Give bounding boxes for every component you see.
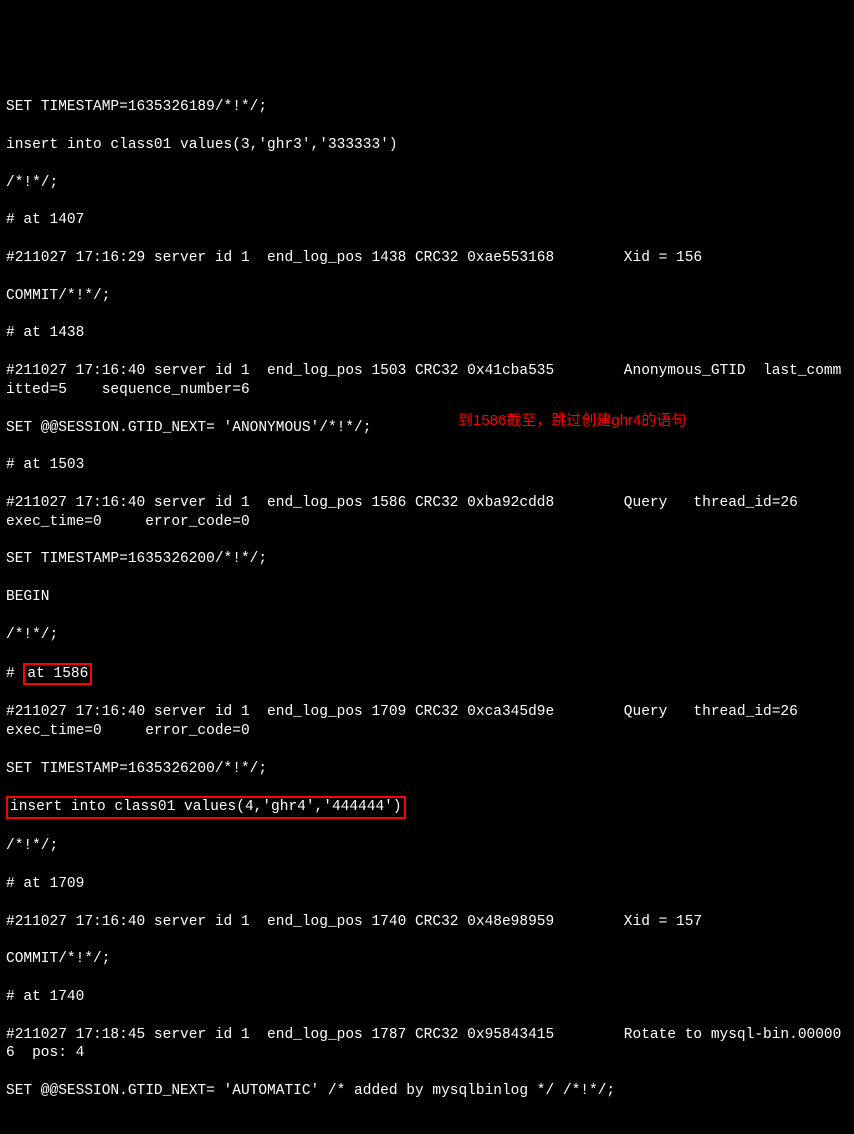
terminal-line: /*!*/; [6, 174, 848, 193]
terminal-line: BEGIN [6, 588, 848, 607]
terminal-line: /*!*/; [6, 626, 848, 645]
line-prefix: # [6, 666, 23, 682]
terminal-line: /*!*/; [6, 837, 848, 856]
terminal-line-highlighted-at-1586: # at 1586 [6, 664, 848, 685]
highlight-box-insert-ghr4: insert into class01 values(4,'ghr4','444… [6, 796, 406, 819]
terminal-line: # at 1407 [6, 211, 848, 230]
terminal-line: SET TIMESTAMP=1635326200/*!*/; [6, 760, 848, 779]
terminal-line: # at 1740 [6, 988, 848, 1007]
terminal-line: # at 1709 [6, 875, 848, 894]
terminal-line: insert into class01 values(3,'ghr3','333… [6, 136, 848, 155]
annotation-text: 到1586截至，跳过创建ghr4的语句 [458, 411, 686, 431]
terminal-line: SET TIMESTAMP=1635326200/*!*/; [6, 550, 848, 569]
terminal-line: #211027 17:16:40 server id 1 end_log_pos… [6, 913, 848, 932]
terminal-line: # at 1503 [6, 456, 848, 475]
terminal-line: #211027 17:18:45 server id 1 end_log_pos… [6, 1026, 848, 1064]
terminal-line-highlighted-insert: insert into class01 values(4,'ghr4','444… [6, 797, 848, 818]
terminal-line: COMMIT/*!*/; [6, 287, 848, 306]
terminal-line: SET @@SESSION.GTID_NEXT= 'ANONYMOUS'/*!*… [6, 419, 848, 438]
terminal-line: #211027 17:16:29 server id 1 end_log_pos… [6, 249, 848, 268]
highlight-box-at-1586: at 1586 [23, 663, 92, 686]
terminal-line: # at 1438 [6, 324, 848, 343]
terminal-line: #211027 17:16:40 server id 1 end_log_pos… [6, 362, 848, 400]
terminal-line: #211027 17:16:40 server id 1 end_log_pos… [6, 703, 848, 741]
terminal-line: COMMIT/*!*/; [6, 950, 848, 969]
terminal-line: SET @@SESSION.GTID_NEXT= 'AUTOMATIC' /* … [6, 1082, 848, 1101]
terminal-line: #211027 17:16:40 server id 1 end_log_pos… [6, 494, 848, 532]
terminal-line: SET TIMESTAMP=1635326189/*!*/; [6, 98, 848, 117]
